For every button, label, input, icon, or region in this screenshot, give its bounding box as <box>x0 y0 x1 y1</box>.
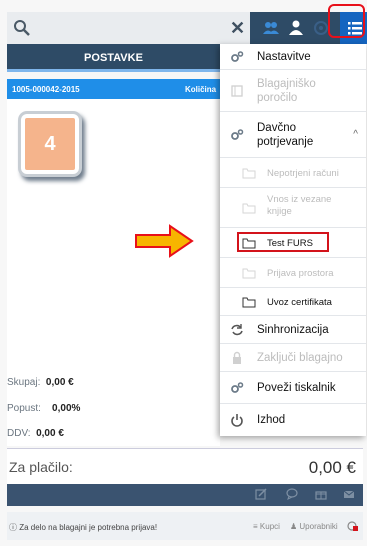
menu-button-highlight <box>328 4 365 38</box>
menu-item-nepotrjeni-racuni: Nepotrjeni računi <box>220 158 366 188</box>
app-frame: ✕ POSTAVKE 1005-000042-2015 Količina 4 S… <box>0 0 367 546</box>
edit-icon[interactable] <box>255 488 267 500</box>
clear-icon[interactable]: ✕ <box>230 18 245 38</box>
users-icon[interactable] <box>261 18 281 38</box>
total-row: Za plačilo: 0,00 € <box>7 448 363 485</box>
pay-label: Za plačilo: <box>9 459 73 475</box>
menu-item-izhod[interactable]: Izhod <box>220 404 366 436</box>
tab-bar: POSTAVKE <box>7 44 220 72</box>
menu-item-label: Uvoz certifikata <box>267 297 332 308</box>
discount-label: Popust: <box>7 403 41 414</box>
logout-icon[interactable] <box>347 520 359 532</box>
gears-icon <box>231 51 244 62</box>
test-furs-highlight <box>237 232 329 252</box>
sync-icon <box>231 324 243 336</box>
subtotal-label: Skupaj: <box>7 377 41 388</box>
menu-item-label: Blagajniško poročilo <box>257 78 316 104</box>
menu-item-label: Zaključi blagajno <box>257 352 343 364</box>
pay-value: 0,00 € <box>308 458 356 477</box>
folder-icon <box>242 203 256 214</box>
menu-item-prijava-prostora: Prijava prostora <box>220 258 366 288</box>
folder-icon <box>242 168 256 179</box>
quantity-column-header: Količina <box>185 85 217 94</box>
menu-item-label: Nepotrjeni računi <box>267 168 339 179</box>
document-number: 1005-000042-2015 <box>12 85 80 94</box>
menu-item-davcno-potrjevanje[interactable]: Davčno potrjevanje ^ <box>220 112 366 158</box>
action-bar <box>7 484 363 506</box>
customers-link[interactable]: ≡ Kupci <box>253 522 280 531</box>
menu-item-povezi-tiskalnik[interactable]: Poveži tiskalnik <box>220 372 366 404</box>
users-label: Uporabniki <box>299 522 338 531</box>
document-header: 1005-000042-2015 Količina <box>7 79 220 99</box>
mail-icon[interactable] <box>343 488 355 500</box>
customers-icon: ≡ <box>253 522 258 531</box>
vat-value: 0,00 € <box>36 428 64 439</box>
summary-panel: Skupaj: 0,00 € Popust: 0,00% DDV: 0,00 € <box>7 371 220 446</box>
menu-item-blagajnisko-porocilo: Blagajniško poročilo <box>220 70 366 112</box>
discount-row: Popust: 0,00% <box>7 403 80 414</box>
menu-item-vnos-iz-vezane-knjige: Vnos iz vezane knjige <box>220 188 366 228</box>
menu-item-zakljuci-blagajno: Zaključi blagajno <box>220 344 366 372</box>
subtotal-row: Skupaj: 0,00 € <box>7 377 74 388</box>
menu-item-label: Poveži tiskalnik <box>257 382 336 394</box>
pointer-arrow-icon <box>135 224 194 258</box>
folder-icon <box>242 268 256 279</box>
chevron-up-icon: ^ <box>353 129 358 140</box>
lock-icon <box>233 351 241 364</box>
discount-value: 0,00% <box>52 403 81 414</box>
search-icon <box>14 20 30 36</box>
menu-item-label: Vnos iz vezane knjige <box>267 194 332 217</box>
gift-icon[interactable] <box>315 488 327 500</box>
menu-item-label: Prijava prostora <box>267 268 334 279</box>
vat-row: DDV: 0,00 € <box>7 428 64 439</box>
menu-item-label: Davčno potrjevanje <box>257 122 314 148</box>
gears-icon <box>231 129 244 140</box>
item-count-tile[interactable]: 4 <box>21 114 79 174</box>
menu-item-label: Sinhronizacija <box>257 324 329 336</box>
menu-item-label: Nastavitve <box>257 51 311 63</box>
menu-item-uvoz-certifikata[interactable]: Uvoz certifikata <box>220 288 366 316</box>
tab-postavke[interactable]: POSTAVKE <box>7 44 220 72</box>
menu-item-nastavitve[interactable]: Nastavitve <box>220 44 366 70</box>
user-icon[interactable] <box>286 18 306 38</box>
report-icon <box>231 85 243 97</box>
vat-label: DDV: <box>7 428 31 439</box>
users-small-icon: ♟ <box>290 522 298 531</box>
search-input[interactable]: ✕ <box>7 12 250 44</box>
top-bar: ✕ <box>7 12 367 44</box>
customers-label: Kupci <box>259 522 280 531</box>
users-link[interactable]: ♟ Uporabniki <box>290 522 338 531</box>
login-required-message: ⓘ Za delo na blagajni je potrebna prijav… <box>9 523 158 532</box>
subtotal-value: 0,00 € <box>45 377 74 388</box>
status-bar: ⓘ Za delo na blagajni je potrebna prijav… <box>7 512 363 540</box>
power-icon <box>231 414 243 427</box>
comment-icon[interactable] <box>286 488 298 500</box>
menu-item-label: Izhod <box>257 414 286 426</box>
menu-item-sinhronizacija[interactable]: Sinhronizacija <box>220 316 366 344</box>
folder-icon <box>242 297 256 308</box>
gears-icon <box>231 382 244 393</box>
